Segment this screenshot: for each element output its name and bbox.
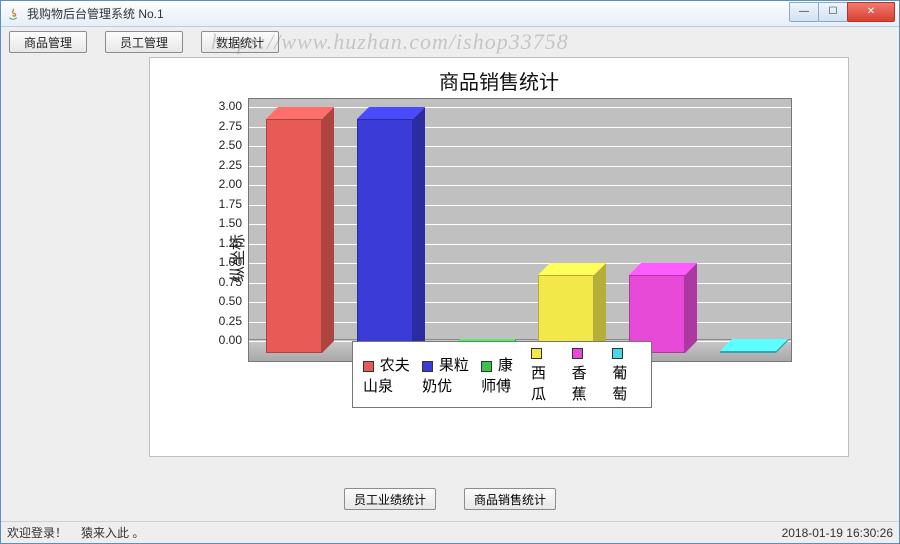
chart-legend: 农夫山泉 果粒奶优 康师傅 西瓜 香蕉 葡萄 xyxy=(352,341,652,408)
legend-swatch xyxy=(612,348,623,359)
bar-农夫山泉 xyxy=(266,111,322,354)
y-tick: 0.50 xyxy=(202,294,242,308)
legend-item: 西瓜 xyxy=(531,345,560,404)
chart-title: 商品销售统计 xyxy=(150,58,848,99)
staff-mgmt-button[interactable]: 员工管理 xyxy=(105,31,183,53)
legend-item: 香蕉 xyxy=(572,345,601,404)
bar-葡萄 xyxy=(720,343,776,354)
window-title: 我购物后台管理系统 No.1 xyxy=(27,5,790,22)
java-icon xyxy=(5,6,21,22)
y-tick: 0.75 xyxy=(202,275,242,289)
y-tick: 0.00 xyxy=(202,333,242,347)
y-tick: 1.75 xyxy=(202,197,242,211)
y-tick: 1.00 xyxy=(202,255,242,269)
bottom-button-bar: 员工业绩统计 商品销售统计 xyxy=(1,485,899,513)
legend-item: 果粒奶优 xyxy=(422,354,469,396)
status-bar: 欢迎登录！ 猿来入此 。 2018-01-19 16:30:26 xyxy=(1,521,899,543)
app-window: 我购物后台管理系统 No.1 — ☐ ✕ 商品管理 员工管理 数据统计 http… xyxy=(0,0,900,544)
chart-panel: 商品销售统计 纵坐标 横坐标 农夫山泉 果粒奶优 康师傅 西瓜 香蕉 葡萄 0.… xyxy=(149,57,849,457)
legend-swatch xyxy=(481,361,492,372)
product-mgmt-button[interactable]: 商品管理 xyxy=(9,31,87,53)
y-tick: 1.25 xyxy=(202,236,242,250)
y-tick: 2.00 xyxy=(202,177,242,191)
status-datetime: 2018-01-19 16:30:26 xyxy=(782,526,893,540)
status-user: 猿来入此 。 xyxy=(81,524,144,541)
y-tick: 2.25 xyxy=(202,158,242,172)
legend-swatch xyxy=(422,361,433,372)
legend-swatch xyxy=(363,361,374,372)
data-stats-button[interactable]: 数据统计 xyxy=(201,31,279,53)
legend-item: 农夫山泉 xyxy=(363,354,410,396)
legend-item: 葡萄 xyxy=(612,345,641,404)
y-tick: 2.75 xyxy=(202,119,242,133)
minimize-button[interactable]: — xyxy=(789,2,819,22)
staff-perf-stats-button[interactable]: 员工业绩统计 xyxy=(344,488,436,510)
legend-swatch xyxy=(572,348,583,359)
product-sales-stats-button[interactable]: 商品销售统计 xyxy=(464,488,556,510)
titlebar: 我购物后台管理系统 No.1 — ☐ ✕ xyxy=(1,1,899,27)
plot-area xyxy=(248,98,792,362)
maximize-button[interactable]: ☐ xyxy=(818,2,848,22)
legend-swatch xyxy=(531,348,542,359)
y-tick: 3.00 xyxy=(202,99,242,113)
window-controls: — ☐ ✕ xyxy=(790,2,895,22)
legend-item: 康师傅 xyxy=(481,354,519,396)
toolbar: 商品管理 员工管理 数据统计 https://www.huzhan.com/is… xyxy=(1,27,899,57)
close-button[interactable]: ✕ xyxy=(847,2,895,22)
content-area: 商品销售统计 纵坐标 横坐标 农夫山泉 果粒奶优 康师傅 西瓜 香蕉 葡萄 0.… xyxy=(1,57,899,543)
plot-container: 纵坐标 横坐标 农夫山泉 果粒奶优 康师傅 西瓜 香蕉 葡萄 0.000.250… xyxy=(202,98,802,410)
y-tick: 2.50 xyxy=(202,138,242,152)
bar-果粒奶优 xyxy=(357,111,413,354)
status-welcome: 欢迎登录！ xyxy=(7,524,67,541)
y-tick: 0.25 xyxy=(202,314,242,328)
y-tick: 1.50 xyxy=(202,216,242,230)
